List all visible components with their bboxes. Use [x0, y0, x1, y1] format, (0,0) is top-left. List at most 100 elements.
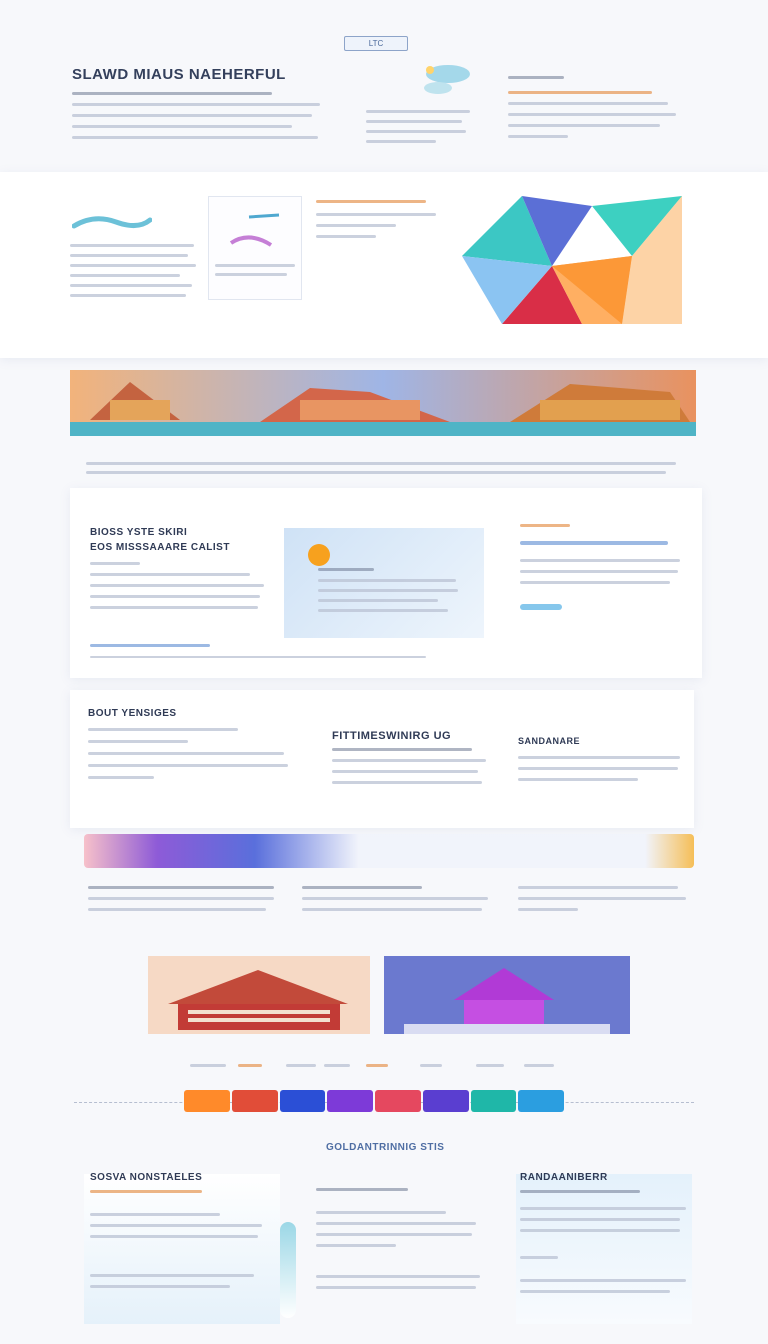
- footer-right-text-line: [520, 1290, 670, 1293]
- footer-mid-text-line: [316, 1233, 472, 1236]
- temple-photo-right[interactable]: [384, 956, 630, 1034]
- intro-text-line: [72, 125, 292, 128]
- tick-label: [190, 1064, 226, 1067]
- sky-text-line: [318, 599, 438, 602]
- footer-text-line: [90, 1213, 220, 1216]
- info-subheading: EOS MISSSAAARE CALIST: [90, 542, 230, 553]
- footer-mid-text-line: [316, 1188, 408, 1191]
- card-text-line: [316, 213, 436, 216]
- footer-text-line: [90, 1224, 262, 1227]
- tick-label: [366, 1064, 388, 1067]
- right-text-line: [520, 570, 678, 573]
- row-text-line: [518, 897, 686, 900]
- side-text-line: [508, 124, 660, 127]
- wave-icon: [72, 216, 152, 229]
- right-button[interactable]: [520, 604, 562, 610]
- center-text-line: [332, 748, 472, 751]
- intro-text-line: [72, 103, 320, 106]
- tick-label: [420, 1064, 442, 1067]
- band-text-line: [70, 284, 192, 287]
- banner-caption-line: [86, 462, 676, 465]
- center-heading: FITTIMESWINIRG UG: [332, 730, 452, 742]
- mini-text-line: [366, 110, 470, 113]
- footer-right-text-line: [520, 1256, 558, 1259]
- band-text-line: [70, 254, 188, 257]
- row-text-line: [302, 908, 482, 911]
- mini-text-line: [366, 120, 462, 123]
- card-text-line: [316, 224, 396, 227]
- right-text-line: [520, 541, 668, 545]
- footer-right-text-line: [520, 1279, 686, 1282]
- footer-right-text-line: [520, 1218, 680, 1221]
- ribbon-gradient: [84, 834, 694, 868]
- sun-icon: [308, 544, 330, 566]
- card-text-line: [215, 273, 287, 276]
- side-text-line: [508, 76, 564, 79]
- timeline-segment[interactable]: [470, 1090, 517, 1112]
- mini-card: [316, 196, 446, 276]
- timeline-segment[interactable]: [279, 1090, 326, 1112]
- intro-text-line: [72, 92, 272, 95]
- timeline-segment[interactable]: [184, 1090, 230, 1112]
- banner-caption-line: [86, 471, 666, 474]
- footer-mid-text-line: [316, 1275, 480, 1278]
- row-text-line: [88, 886, 274, 889]
- side-text-line: [508, 102, 668, 105]
- row-text-line: [302, 897, 488, 900]
- tick-label: [238, 1064, 262, 1067]
- side-text-line: [508, 135, 568, 138]
- timeline-segment[interactable]: [327, 1090, 373, 1112]
- midright-text-line: [518, 756, 680, 759]
- info-heading: BIOSS YSTE SKIRI: [90, 527, 188, 538]
- right-text-line: [520, 559, 680, 562]
- row-text-line: [302, 886, 422, 889]
- footer-center-heading: GOLDANTRINNIG STIS: [326, 1142, 445, 1153]
- cloud-icon: [424, 65, 470, 94]
- info-divider: [90, 656, 426, 658]
- sky-card: [284, 528, 484, 638]
- card-text-line: [215, 264, 295, 267]
- band-text-line: [70, 294, 186, 297]
- info-text-line: [90, 573, 250, 576]
- timeline-segment[interactable]: [518, 1090, 564, 1112]
- footer-text-line: [90, 1285, 230, 1288]
- intro-text-line: [72, 114, 312, 117]
- info-text-line: [90, 562, 140, 565]
- row-text-line: [518, 886, 678, 889]
- mini-text-line: [366, 130, 466, 133]
- feature-heading: BOUT YENSIGES: [88, 708, 177, 719]
- center-text-line: [332, 770, 478, 773]
- info-text-line: [90, 595, 260, 598]
- logo-badge[interactable]: LTC: [344, 36, 408, 51]
- band-text-line: [70, 274, 180, 277]
- band-text-line: [70, 244, 194, 247]
- tick-label: [476, 1064, 504, 1067]
- intro-text-line: [72, 136, 318, 139]
- timeline-segment[interactable]: [375, 1090, 421, 1112]
- feature-text-line: [88, 752, 284, 755]
- footer-right-text-line: [520, 1207, 686, 1210]
- feature-text-line: [88, 728, 238, 731]
- midright-text-line: [518, 778, 638, 781]
- info-text-line: [90, 584, 264, 587]
- side-text-line: [508, 91, 652, 94]
- temple-photo-left[interactable]: [148, 956, 370, 1034]
- footer-right-text-line: [520, 1190, 640, 1193]
- footer-mid-text-line: [316, 1211, 446, 1214]
- midright-text-line: [518, 767, 678, 770]
- page-title: SLAWD MIAUS NAEHERFUL: [72, 66, 286, 83]
- timeline-segment[interactable]: [422, 1090, 469, 1112]
- footer-text-line: [90, 1190, 202, 1193]
- card-text-line: [316, 200, 426, 203]
- tick-label: [324, 1064, 350, 1067]
- footer-right-heading: RANDAANIBERR: [520, 1172, 608, 1183]
- timeline-segment[interactable]: [231, 1090, 278, 1112]
- mini-text-line: [366, 140, 436, 143]
- temple-panorama: [70, 370, 696, 436]
- mid-right-heading: SANDANARE: [518, 736, 581, 746]
- footer-divider: [280, 1222, 296, 1318]
- side-text-line: [508, 113, 676, 116]
- footer-right-text-line: [520, 1229, 680, 1232]
- feature-text-line: [88, 776, 154, 779]
- tick-label: [286, 1064, 316, 1067]
